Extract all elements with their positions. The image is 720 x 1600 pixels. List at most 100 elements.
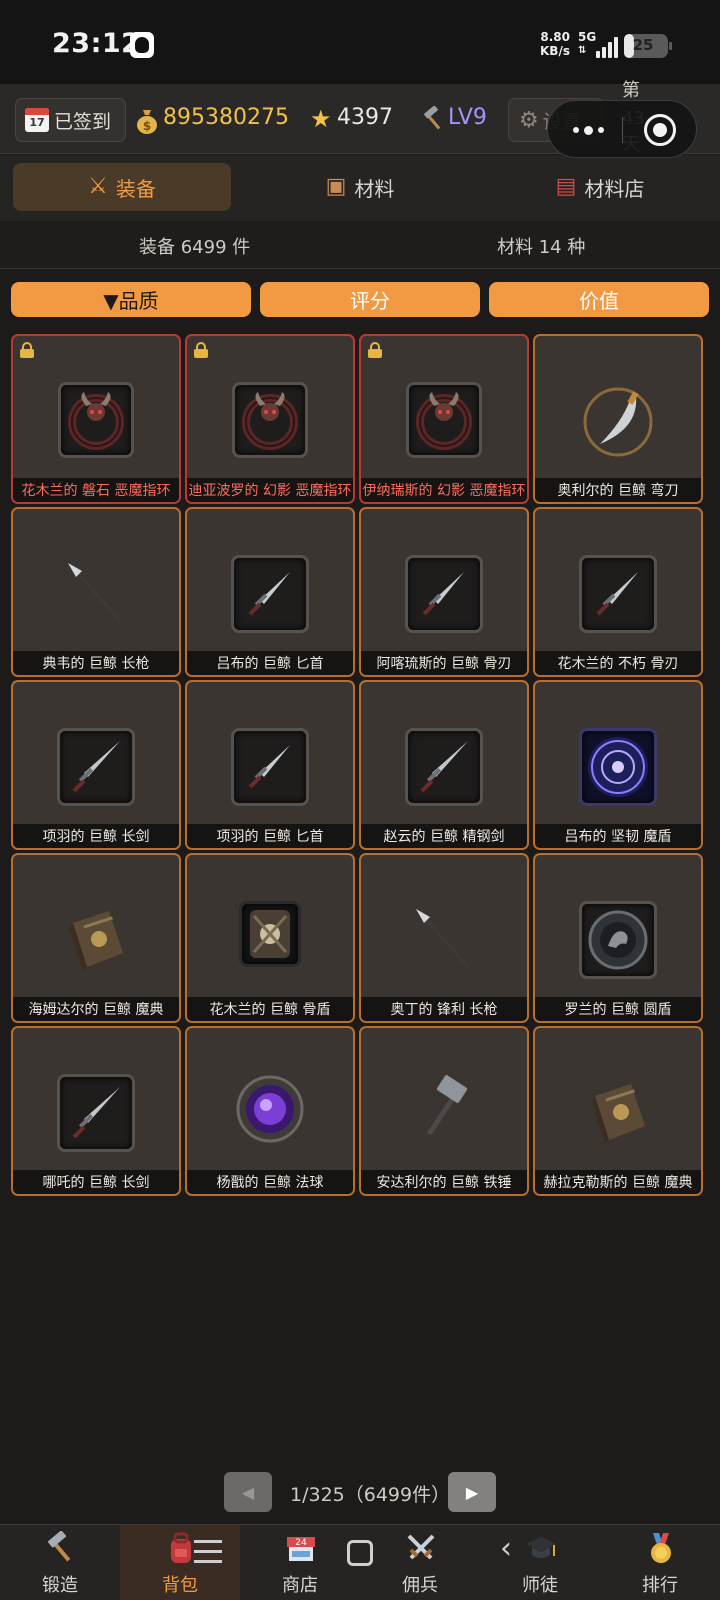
prev-page-button[interactable]: ◀ [224,1472,272,1512]
item-name: 安达利尔的 巨鲸 铁锤 [361,1170,527,1194]
item-card[interactable]: 吕布的 坚韧 魔盾 [533,680,703,850]
longsword-icon [405,728,483,806]
longsword-icon [57,728,135,806]
nav-mercenary[interactable]: 佣兵 [360,1525,480,1600]
tab-materials[interactable]: ▣ 材料 [260,163,460,211]
battery-level: 25 [632,36,654,54]
calendar-icon: 17 [25,108,49,132]
item-card[interactable]: 典韦的 巨鲸 长枪 [11,507,181,677]
longsword-icon [57,1074,135,1152]
item-name: 典韦的 巨鲸 长枪 [13,651,179,675]
close-miniprogram-icon[interactable] [644,114,676,146]
star-amount: 4397 [337,105,393,130]
store-icon: 24 [287,1537,315,1561]
item-name: 花木兰的 巨鲸 骨盾 [187,997,353,1021]
demon-ring-icon [232,382,308,458]
svg-text:24: 24 [295,1538,307,1548]
home-icon[interactable] [347,1540,373,1566]
item-card[interactable]: 罗兰的 巨鲸 圆盾 [533,853,703,1023]
hammer-icon [47,1531,71,1562]
item-name: 吕布的 巨鲸 匕首 [187,651,353,675]
item-card[interactable]: 奥利尔的 巨鲸 弯刀 [533,334,703,504]
item-name: 杨戬的 巨鲸 法球 [187,1170,353,1194]
net-speed: 8.80 KB/s [540,30,570,58]
item-name: 花木兰的 磐石 恶魔指环 [13,478,179,502]
item-card[interactable]: 阿喀琉斯的 巨鲸 骨刃 [359,507,529,677]
spear-icon [56,555,136,639]
next-page-button[interactable]: ▶ [448,1472,496,1512]
item-card[interactable]: 吕布的 巨鲸 匕首 [185,507,355,677]
item-name: 项羽的 巨鲸 长剑 [13,824,179,848]
item-card[interactable]: 奥丁的 锋利 长枪 [359,853,529,1023]
back-icon[interactable]: ‹ [500,1534,512,1564]
lock-icon [19,342,35,358]
nav-shop[interactable]: 24 商店 [240,1525,360,1600]
signin-button[interactable]: 17 已签到 [15,98,126,142]
item-card[interactable]: 伊纳瑞斯的 幻影 恶魔指环 [359,334,529,504]
material-count: 材料 14 种 [497,237,586,258]
inventory-tabs: ⚔ 装备 ▣ 材料 ▤ 材料店 [0,155,720,221]
more-options-icon[interactable] [566,117,610,143]
graduation-cap-icon [526,1537,556,1558]
scimitar-icon [578,382,658,466]
tome-icon [583,1074,653,1158]
item-card[interactable]: 花木兰的 不朽 骨刃 [533,507,703,677]
item-card[interactable]: 安达利尔的 巨鲸 铁锤 [359,1026,529,1196]
battery-icon: 25 [624,34,672,58]
item-card[interactable]: 项羽的 巨鲸 匕首 [185,680,355,850]
nav-forge[interactable]: 锻造 [0,1525,120,1600]
page-indicator: 1/325（6499件） [290,1484,451,1506]
item-name: 赫拉克勒斯的 巨鲸 魔典 [535,1170,701,1194]
gear-icon: ⚙ [519,107,539,133]
hammer-icon [409,1074,479,1148]
item-name: 花木兰的 不朽 骨刃 [535,651,701,675]
demon-ring-icon [406,382,482,458]
item-card[interactable]: 哪吒的 巨鲸 长剑 [11,1026,181,1196]
item-name: 奥利尔的 巨鲸 弯刀 [535,478,701,502]
item-name: 哪吒的 巨鲸 长剑 [13,1170,179,1194]
box-icon: ▣ [325,174,347,199]
nav-mentorship[interactable]: 师徒 [480,1525,600,1600]
lock-icon [367,342,383,358]
bone-shield-icon [239,901,301,967]
item-name: 赵云的 巨鲸 精钢剑 [361,824,527,848]
item-card[interactable]: 花木兰的 磐石 恶魔指环 [11,334,181,504]
medal-icon [651,1533,671,1563]
recents-menu-icon[interactable] [194,1538,222,1564]
demon-ring-icon [58,382,134,458]
item-name: 吕布的 坚韧 魔盾 [535,824,701,848]
nav-ranking[interactable]: 排行 [600,1525,720,1600]
status-time: 23:12 [52,28,141,59]
qq-notification-icon [130,32,154,58]
money-bag-icon: $ [137,110,157,134]
round-shield-icon [579,901,657,979]
sort-quality-button[interactable]: ▼品质 [11,282,251,317]
star-icon: ★ [310,105,332,133]
item-card[interactable]: 花木兰的 巨鲸 骨盾 [185,853,355,1023]
tome-icon [61,901,131,985]
item-card[interactable]: 杨戬的 巨鲸 法球 [185,1026,355,1196]
item-card[interactable]: 赵云的 巨鲸 精钢剑 [359,680,529,850]
tab-equipment[interactable]: ⚔ 装备 [13,163,231,211]
item-name: 项羽的 巨鲸 匕首 [187,824,353,848]
item-name: 迪亚波罗的 幻影 恶魔指环 [187,478,353,502]
dagger-icon [579,555,657,633]
item-card[interactable]: 项羽的 巨鲸 长剑 [11,680,181,850]
signal-icon [596,36,618,58]
sort-value-button[interactable]: 价值 [489,282,709,317]
dagger-icon [405,555,483,633]
item-name: 伊纳瑞斯的 幻影 恶魔指环 [361,478,527,502]
store-icon: ▤ [555,174,577,199]
nav-backpack[interactable]: 背包 [120,1525,240,1600]
svg-text:$: $ [143,119,151,133]
sort-score-button[interactable]: 评分 [260,282,480,317]
item-card[interactable]: 赫拉克勒斯的 巨鲸 魔典 [533,1026,703,1196]
status-bar: 23:12 8.80 KB/s 5G ⇅ 25 [0,0,720,84]
item-card[interactable]: 海姆达尔的 巨鲸 魔典 [11,853,181,1023]
item-name: 罗兰的 巨鲸 圆盾 [535,997,701,1021]
item-card[interactable]: 迪亚波罗的 幻影 恶魔指环 [185,334,355,504]
signin-label: 已签到 [54,110,112,133]
tab-material-shop[interactable]: ▤ 材料店 [500,163,700,211]
item-name: 阿喀琉斯的 巨鲸 骨刃 [361,651,527,675]
item-name: 海姆达尔的 巨鲸 魔典 [13,997,179,1021]
